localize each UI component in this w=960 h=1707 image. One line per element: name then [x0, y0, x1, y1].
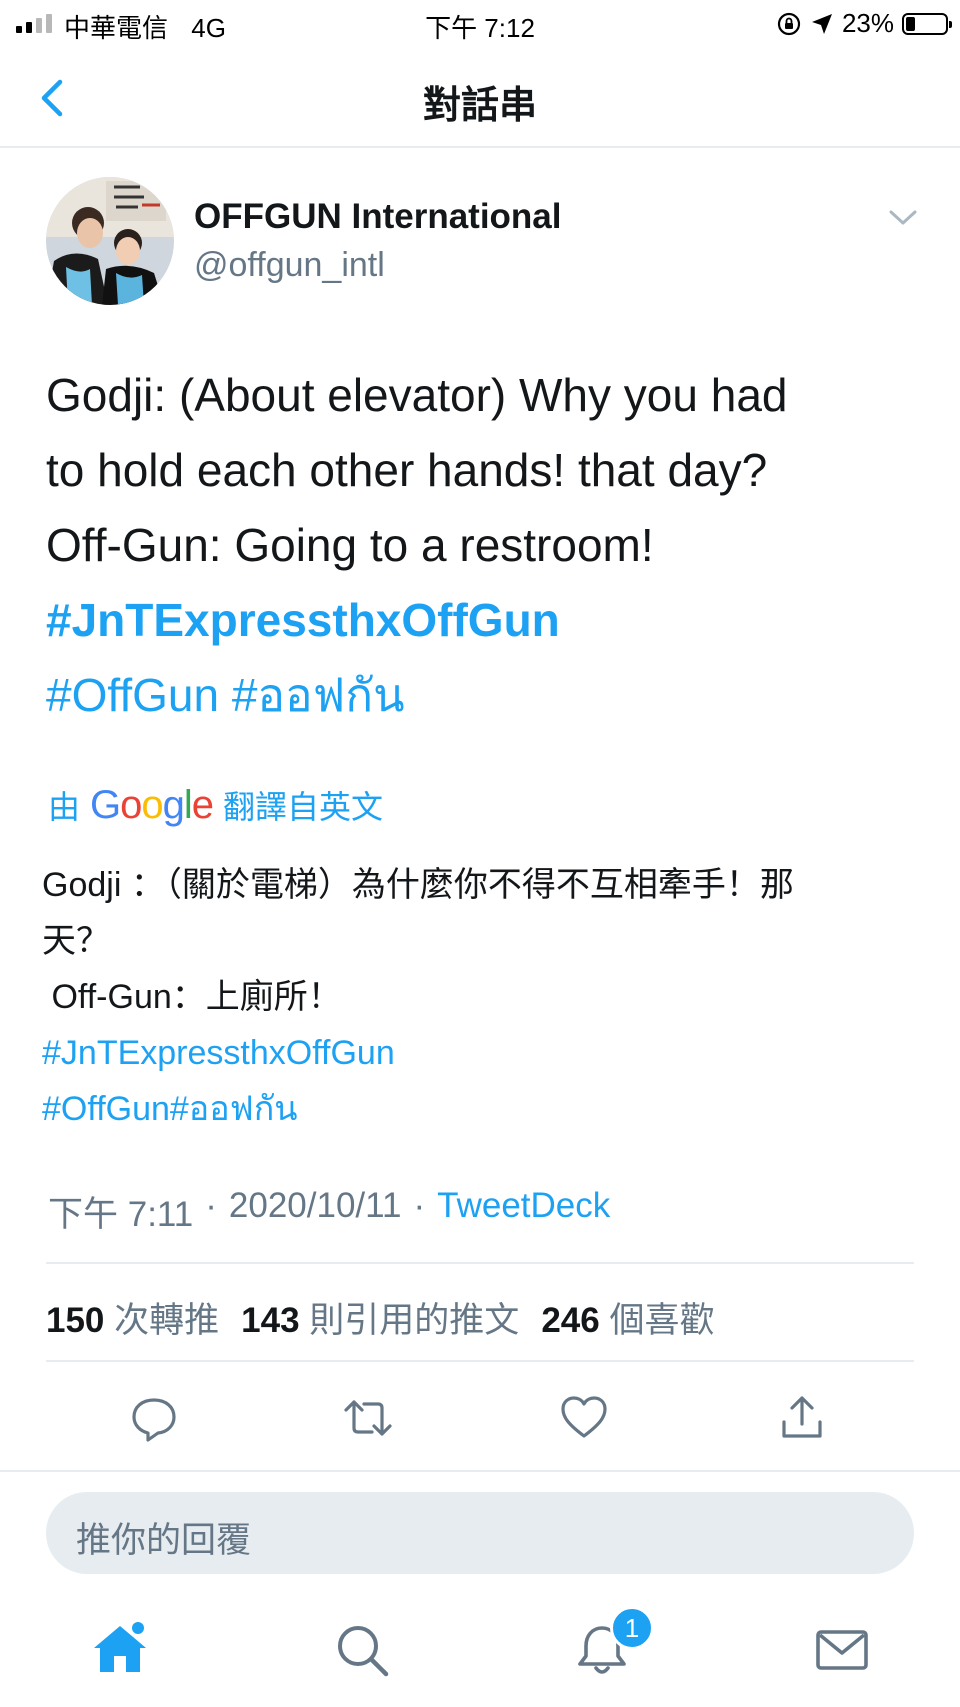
translation-prefix: 由 [48, 789, 81, 825]
reply-placeholder: 推你的回覆 [76, 1521, 252, 1560]
avatar-image [46, 177, 174, 305]
chevron-down-icon[interactable] [888, 208, 918, 228]
translation-attribution[interactable]: 由 Google 翻譯自英文 [48, 782, 383, 828]
author-handle[interactable]: @offgun_intl [194, 246, 385, 285]
tweet-source-link[interactable]: TweetDeck [437, 1186, 610, 1237]
hashtag-link[interactable]: #ออฟกัน [232, 669, 405, 721]
status-right: 23% [776, 8, 952, 39]
tweet-line: Off-Gun: Going to a restroom! [46, 519, 654, 571]
meta-separator: · [413, 1186, 426, 1225]
tab-bar: 1 [0, 1592, 960, 1707]
meta-separator: · [205, 1186, 217, 1225]
tweet-text: Godji: (About elevator) Why you had to h… [46, 358, 926, 733]
author-name[interactable]: OFFGUN International [194, 197, 562, 237]
hashtag-link[interactable]: #JnTExpressthxOffGun [46, 594, 560, 646]
home-icon[interactable] [90, 1620, 150, 1680]
status-bar: 中華電信 4G 下午 7:12 23% [0, 0, 960, 48]
translated-text: Godji ：（關於電梯）為什麼你不得不互相牽手！那 天？ Off-Gun：上廁… [42, 857, 922, 1137]
share-icon[interactable] [776, 1392, 828, 1444]
nav-header: 對話串 [0, 48, 960, 148]
reply-input[interactable]: 推你的回覆 [46, 1492, 914, 1574]
divider [46, 1360, 914, 1362]
retweet-icon[interactable] [342, 1392, 394, 1444]
translated-line: Godji ：（關於電梯）為什麼你不得不互相牽手！那 [42, 866, 794, 904]
tweet-line: to hold each other hands! that day? [46, 444, 768, 496]
divider [46, 1262, 914, 1264]
hashtag-link[interactable]: #JnTExpressthxOffGun [42, 1034, 395, 1072]
search-icon[interactable] [332, 1620, 392, 1680]
avatar[interactable] [46, 177, 174, 305]
quotes-stat[interactable]: 143 則引用的推文 [241, 1292, 519, 1343]
divider [0, 1470, 960, 1472]
location-arrow-icon [811, 13, 832, 34]
tweet-date: 2020/10/11 [228, 1186, 402, 1225]
translation-suffix: 翻譯自英文 [223, 789, 384, 825]
hashtag-link[interactable]: #OffGun [46, 669, 219, 721]
likes-stat[interactable]: 246 個喜歡 [541, 1292, 714, 1343]
translated-line: 天？ [42, 922, 110, 960]
retweets-stat[interactable]: 150 次轉推 [46, 1292, 219, 1343]
tweet-meta: 下午 7:11 · 2020/10/11 · TweetDeck [48, 1186, 610, 1237]
tweet-time: 下午 7:11 [48, 1195, 194, 1234]
reply-icon[interactable] [128, 1392, 180, 1444]
hashtag-link[interactable]: #OffGun#ออฟกัน [42, 1090, 298, 1128]
translated-line: Off-Gun：上廁所！ [42, 978, 342, 1016]
page-title: 對話串 [422, 85, 537, 127]
tweet-actions [46, 1384, 914, 1454]
messages-envelope-icon[interactable] [812, 1620, 872, 1680]
orientation-lock-icon [777, 12, 801, 35]
battery-icon [902, 12, 952, 35]
battery-percent: 23% [841, 8, 894, 38]
tweet-line: Godji: (About elevator) Why you had [46, 369, 788, 421]
google-logo: Google [90, 782, 214, 827]
like-heart-icon[interactable] [558, 1392, 610, 1444]
tweet-stats: 150 次轉推 143 則引用的推文 246 個喜歡 [46, 1292, 714, 1343]
notifications-badge: 1 [610, 1606, 654, 1650]
